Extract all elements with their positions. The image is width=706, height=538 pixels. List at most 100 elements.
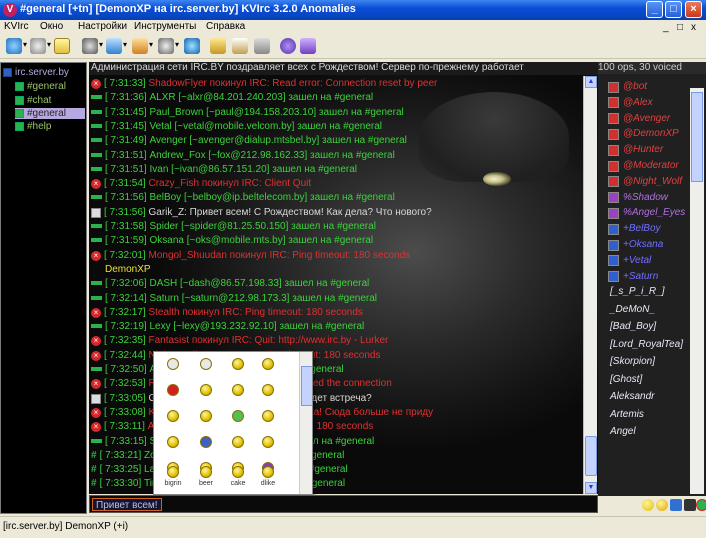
chat-line-text[interactable]: Andrew_Fox [~fox@212.98.162.33] зашел на… — [149, 150, 394, 161]
tree-channel-node-selected[interactable]: #general — [15, 108, 85, 119]
tree-channel-node[interactable]: #chat — [15, 95, 51, 106]
emoticon-icon[interactable] — [262, 384, 274, 396]
multiline-icon[interactable] — [684, 499, 696, 511]
chat-line-text[interactable]: Vetal [~vetal@mobile.velcom.by] зашел на… — [149, 121, 382, 132]
chat-line-text[interactable]: Spider [~spider@81.25.50.150] зашел на #… — [149, 221, 375, 232]
emoticon-icon[interactable] — [167, 436, 179, 448]
nick-item[interactable]: @Hunter — [608, 143, 663, 157]
emoticon-icon[interactable] — [232, 436, 244, 448]
mdi-minimize-button[interactable]: _ — [663, 22, 669, 33]
chat-line-text[interactable]: Ivan [~ivan@86.57.151.20] зашел на #gene… — [149, 164, 357, 175]
mdi-restore-button[interactable]: □ — [677, 22, 683, 33]
emoticon-icon[interactable] — [200, 410, 212, 422]
history-icon[interactable] — [670, 499, 682, 511]
tree-channel-node[interactable]: #general — [15, 81, 66, 92]
tools-icon[interactable] — [132, 38, 153, 54]
nick-item[interactable]: @DemonXP — [608, 127, 679, 141]
menu-settings[interactable]: Настройки — [78, 21, 127, 32]
script-icon[interactable] — [210, 38, 226, 54]
minimize-button[interactable]: _ — [646, 1, 663, 18]
nick-item[interactable]: @Avenger — [608, 112, 670, 126]
chat-line-text[interactable]: ShadowFlyer покинул IRC: Read error: Con… — [148, 78, 437, 89]
chat-line-text[interactable]: Avenger [~avenger@dialup.mtsbel.by] заше… — [149, 135, 406, 146]
emoticon-icon[interactable] — [167, 358, 179, 370]
nick-item[interactable]: +Oksana — [608, 238, 663, 252]
title-bar[interactable]: V #general [+tn] [DemonXP на irc.server.… — [0, 0, 706, 20]
actions-icon[interactable] — [158, 38, 179, 54]
emoticon-icon[interactable] — [200, 466, 212, 478]
nick-item[interactable]: [Ghost] — [608, 373, 642, 387]
scroll-up-arrow-icon[interactable]: ▲ — [585, 76, 597, 88]
channel-icon[interactable] — [106, 38, 127, 54]
chat-line-text[interactable]: DASH [~dash@86.57.198.33] зашел на #gene… — [149, 278, 369, 289]
addons-icon[interactable] — [232, 38, 248, 54]
chat-line-text[interactable]: Fantasist покинул IRC: Quit: http://www.… — [148, 335, 388, 346]
chat-line-text[interactable]: Garik_Z: Привет всем! С Рождеством! Как … — [148, 207, 431, 218]
options-icon[interactable] — [30, 38, 51, 54]
connect-icon[interactable] — [6, 38, 27, 54]
chat-line-text[interactable]: Oksana [~oks@mobile.mts.by] зашел на #ge… — [149, 235, 373, 246]
emoticon-icon[interactable] — [167, 466, 179, 478]
menu-kvirc[interactable]: KVIrc — [4, 21, 28, 32]
chat-line-text[interactable]: Lexy [~lexy@193.232.92.10] зашел на #gen… — [149, 321, 364, 332]
nick-item[interactable]: +Vetal — [608, 254, 651, 268]
nick-item[interactable]: Aleksandr — [608, 390, 654, 404]
emoticon-icon[interactable] — [200, 358, 212, 370]
settings-icon[interactable] — [254, 38, 270, 54]
chat-line-text[interactable]: Crazy_Fish покинул IRC: Client Quit — [148, 178, 311, 189]
emoticon-icon[interactable] — [232, 466, 244, 478]
nick-item[interactable]: [Bad_Boy] — [608, 320, 656, 334]
emoticon-icon[interactable] — [232, 358, 244, 370]
chat-line-text[interactable]: ALXR [~alxr@84.201.240.203] зашел на #ge… — [149, 92, 373, 103]
close-button[interactable]: × — [685, 1, 702, 18]
nick-item[interactable]: +BelBoy — [608, 222, 661, 236]
nick-item[interactable]: [_s_P_i_R_] — [608, 285, 664, 299]
emoticon-scrollbar-thumb[interactable] — [301, 366, 312, 406]
about-icon[interactable] — [300, 38, 316, 54]
emoticon-icon[interactable] — [262, 358, 274, 370]
tree-server-node[interactable]: irc.server.by — [3, 67, 69, 78]
message-input[interactable]: Привет всем! — [92, 498, 162, 511]
emoticon-picker-scrollbar[interactable] — [299, 352, 312, 494]
nick-item[interactable]: %Angel_Eyes — [608, 206, 685, 220]
scroll-down-arrow-icon[interactable]: ▼ — [585, 482, 597, 494]
menu-help[interactable]: Справка — [206, 21, 245, 32]
nick-item[interactable]: @Alex — [608, 96, 653, 110]
chat-line-text[interactable]: BelBoy [~belboy@ip.beltelecom.by] зашел … — [149, 192, 394, 203]
chat-line-text[interactable]: Paul_Brown [~paul@194.158.203.10] зашел … — [149, 107, 403, 118]
nick-item[interactable]: %Shadow — [608, 191, 668, 205]
send-icon[interactable] — [696, 499, 706, 511]
emoticon-icon[interactable] — [262, 466, 274, 478]
nick-item[interactable]: _DeMoN_ — [608, 303, 655, 317]
window-list-icon[interactable] — [54, 38, 70, 54]
emoticon-icon[interactable] — [232, 410, 244, 422]
emoticon-icon[interactable] — [232, 384, 244, 396]
chat-line-text[interactable]: Mongol_Shuudan покинул IRC: Ping timeout… — [148, 250, 410, 261]
emoticon-icon[interactable] — [262, 410, 274, 422]
nick-item[interactable]: @Night_Wolf — [608, 175, 682, 189]
nick-item[interactable]: [Lord_RoyalTea] — [608, 338, 683, 352]
chat-scrollbar-thumb[interactable] — [585, 436, 597, 476]
nicklist-scrollbar-thumb[interactable] — [691, 92, 703, 182]
chat-line-text[interactable]: Stealth покинул IRC: Ping timeout: 180 s… — [148, 307, 362, 318]
network-icon[interactable] — [184, 38, 200, 54]
menu-window[interactable]: Окно — [40, 21, 63, 32]
chat-scrollbar[interactable]: ▲ ▼ — [583, 76, 597, 494]
maximize-button[interactable]: □ — [665, 1, 682, 18]
nick-item[interactable]: @Moderator — [608, 159, 679, 173]
emoticon-icon[interactable] — [167, 384, 179, 396]
tree-channel-node[interactable]: #help — [15, 121, 51, 132]
mdi-close-button[interactable]: x — [691, 22, 696, 33]
emoticon-icon[interactable] — [200, 384, 212, 396]
emoticon-icon[interactable] — [656, 499, 668, 511]
nick-item[interactable]: Artemis — [608, 408, 644, 422]
nick-item[interactable]: +Saturn — [608, 270, 658, 284]
join-icon[interactable] — [82, 38, 103, 54]
help-icon[interactable] — [280, 38, 296, 54]
smiley-icon[interactable] — [642, 499, 654, 511]
chat-line-text[interactable]: Saturn [~saturn@212.98.173.3] зашел на #… — [149, 293, 377, 304]
kvirc-app-icon[interactable]: V — [3, 3, 17, 17]
nick-item[interactable]: [Skorpion] — [608, 355, 655, 369]
menu-tools[interactable]: Инструменты — [134, 21, 196, 32]
nicklist-scrollbar[interactable] — [690, 88, 704, 494]
